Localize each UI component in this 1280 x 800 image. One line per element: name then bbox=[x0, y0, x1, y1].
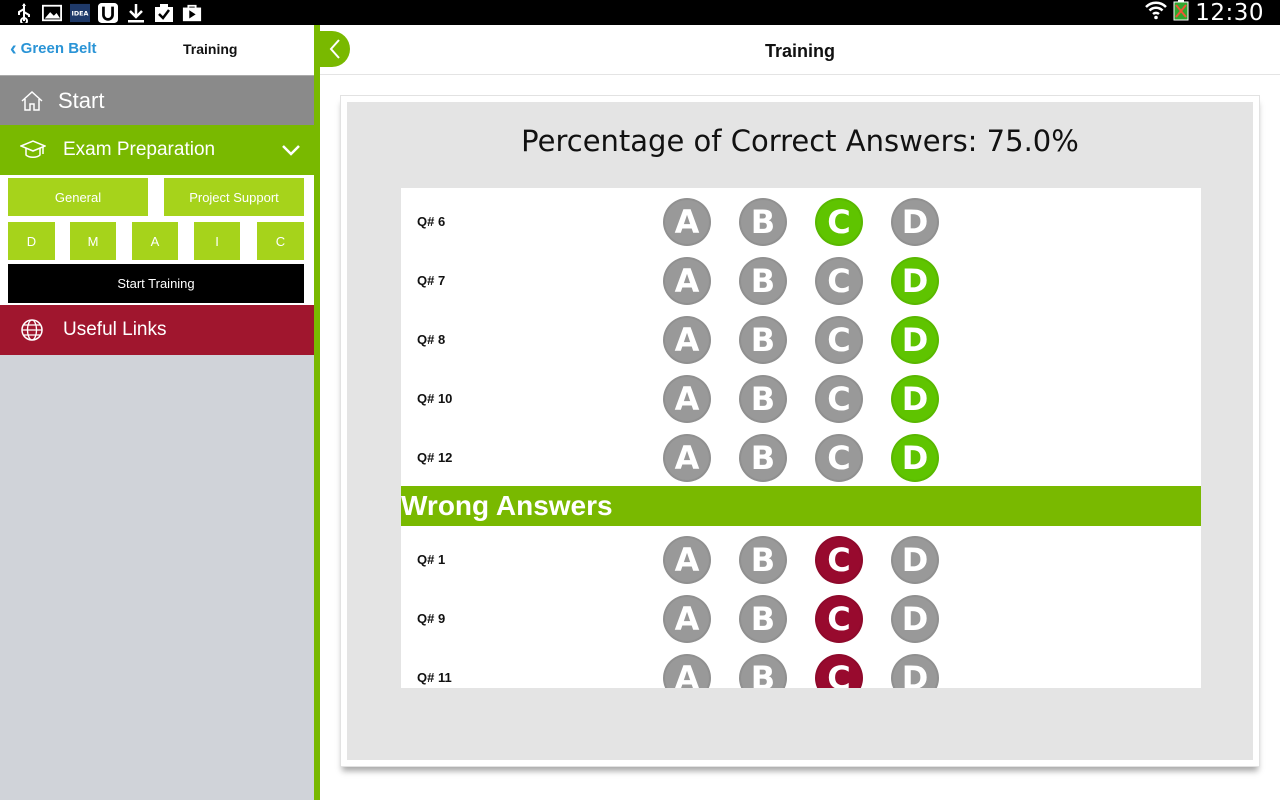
status-bar: IDEA 12:30 bbox=[0, 0, 1280, 26]
answer-row: Q# 8 A B C D bbox=[401, 306, 1201, 365]
option-b: B bbox=[739, 434, 787, 482]
answer-row: Q# 10 A B C D bbox=[401, 365, 1201, 424]
sidebar-item-exam-preparation[interactable]: Exam Preparation bbox=[0, 125, 314, 175]
sidebar-item-useful-links[interactable]: Useful Links bbox=[0, 305, 314, 355]
phase-d-button[interactable]: D bbox=[8, 222, 55, 260]
image-icon bbox=[42, 3, 62, 23]
category-project-support-button[interactable]: Project Support bbox=[164, 178, 304, 216]
option-c-wrong: C bbox=[815, 595, 863, 643]
category-general-button[interactable]: General bbox=[8, 178, 148, 216]
option-c: C bbox=[815, 434, 863, 482]
option-a: A bbox=[663, 654, 711, 688]
exam-preparation-submenu: General Project Support D M A I C Start … bbox=[0, 175, 314, 305]
sidebar-item-label: Start bbox=[58, 87, 105, 113]
question-label: Q# 11 bbox=[417, 670, 452, 685]
option-c: C bbox=[815, 257, 863, 305]
question-label: Q# 7 bbox=[417, 273, 446, 288]
percentage-correct: Percentage of Correct Answers: 75.0% bbox=[521, 124, 1079, 158]
question-label: Q# 1 bbox=[417, 552, 446, 567]
results-card: Percentage of Correct Answers: 75.0% Q# … bbox=[340, 95, 1260, 767]
option-d-correct: D bbox=[891, 316, 939, 364]
option-d-correct: D bbox=[891, 434, 939, 482]
question-label: Q# 9 bbox=[417, 611, 446, 626]
back-label: Green Belt bbox=[20, 40, 97, 57]
svg-text:IDEA: IDEA bbox=[72, 10, 89, 17]
option-c-wrong: C bbox=[815, 654, 863, 688]
battery-icon bbox=[1173, 0, 1189, 26]
option-d-correct: D bbox=[891, 375, 939, 423]
clock: 12:30 bbox=[1195, 0, 1264, 26]
chevron-down-icon[interactable] bbox=[280, 139, 302, 161]
answer-row: Q# 1 A B C D bbox=[401, 526, 1201, 585]
phase-i-button[interactable]: I bbox=[194, 222, 240, 260]
system-tray: 12:30 bbox=[1145, 0, 1264, 26]
option-b: B bbox=[739, 654, 787, 688]
question-label: Q# 6 bbox=[417, 214, 446, 229]
option-c: C bbox=[815, 316, 863, 364]
option-b: B bbox=[739, 316, 787, 364]
option-a: A bbox=[663, 375, 711, 423]
start-training-button[interactable]: Start Training bbox=[8, 264, 304, 303]
main-header: Training bbox=[320, 25, 1280, 75]
usb-icon bbox=[14, 2, 34, 23]
option-b: B bbox=[739, 595, 787, 643]
option-c-wrong: C bbox=[815, 536, 863, 584]
results-card-body: Percentage of Correct Answers: 75.0% Q# … bbox=[347, 102, 1253, 760]
option-b: B bbox=[739, 536, 787, 584]
globe-icon bbox=[20, 318, 44, 342]
answer-row: Q# 7 A B C D bbox=[401, 247, 1201, 306]
sidebar-item-start[interactable]: Start bbox=[0, 75, 314, 125]
option-b: B bbox=[739, 257, 787, 305]
play-store-icon bbox=[182, 3, 202, 23]
option-a: A bbox=[663, 595, 711, 643]
phase-a-button[interactable]: A bbox=[132, 222, 178, 260]
u-app-icon bbox=[98, 2, 118, 23]
answer-row: Q# 9 A B C D bbox=[401, 585, 1201, 644]
question-label: Q# 12 bbox=[417, 450, 453, 465]
phase-m-button[interactable]: M bbox=[70, 222, 116, 260]
phase-c-button[interactable]: C bbox=[257, 222, 304, 260]
option-d: D bbox=[891, 536, 939, 584]
answer-row: Q# 12 A B C D bbox=[401, 424, 1201, 483]
chevron-left-icon bbox=[329, 39, 340, 59]
option-a: A bbox=[663, 536, 711, 584]
back-button[interactable]: ‹ Green Belt bbox=[10, 37, 97, 60]
sidebar-title: Training bbox=[183, 41, 238, 57]
page-title: Training bbox=[764, 41, 835, 61]
option-a: A bbox=[663, 434, 711, 482]
answers-list[interactable]: Q# 6 A B C D Q# 7 A B C D Q# 8 A B C D Q… bbox=[401, 188, 1201, 688]
option-c-correct: C bbox=[815, 198, 863, 246]
wrong-answers-header: Wrong Answers bbox=[401, 486, 1201, 526]
sidebar-header: ‹ Green Belt Training bbox=[0, 25, 314, 75]
wifi-icon bbox=[1145, 0, 1168, 25]
download-icon bbox=[126, 3, 146, 23]
answer-row: Q# 6 A B C D bbox=[401, 188, 1201, 247]
home-icon bbox=[20, 89, 44, 113]
clipboard-check-icon bbox=[154, 3, 174, 23]
option-a: A bbox=[663, 198, 711, 246]
question-label: Q# 10 bbox=[417, 391, 453, 406]
graduation-cap-icon bbox=[19, 138, 47, 162]
option-d: D bbox=[891, 654, 939, 688]
sidebar: ‹ Green Belt Training Start Exam Prepara… bbox=[0, 25, 314, 800]
chevron-left-icon: ‹ bbox=[10, 37, 17, 60]
option-c: C bbox=[815, 375, 863, 423]
notification-icons: IDEA bbox=[14, 2, 202, 23]
option-b: B bbox=[739, 198, 787, 246]
sidebar-item-label: Exam Preparation bbox=[63, 139, 216, 160]
question-label: Q# 8 bbox=[417, 332, 446, 347]
option-d-correct: D bbox=[891, 257, 939, 305]
option-d: D bbox=[891, 595, 939, 643]
option-d: D bbox=[891, 198, 939, 246]
option-a: A bbox=[663, 316, 711, 364]
idea-app-icon: IDEA bbox=[70, 3, 90, 23]
answer-row: Q# 11 A B C D bbox=[401, 644, 1201, 688]
sidebar-item-label: Useful Links bbox=[63, 319, 167, 340]
option-b: B bbox=[739, 375, 787, 423]
option-a: A bbox=[663, 257, 711, 305]
panel-divider bbox=[314, 25, 320, 800]
